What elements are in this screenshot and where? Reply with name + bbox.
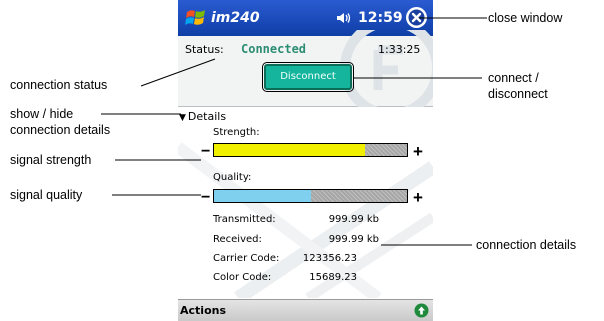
triangle-down-icon: ▼ xyxy=(179,113,186,123)
received-label: Received: xyxy=(213,234,262,245)
annotation-show-hide-1: show / hide xyxy=(10,107,74,121)
app-title: im240 xyxy=(211,10,260,26)
annotation-signal-quality: signal quality xyxy=(10,188,83,202)
signal-quality-bar xyxy=(213,189,408,203)
annotation-connect-1: connect / xyxy=(488,71,539,85)
up-arrow-icon[interactable] xyxy=(414,303,429,318)
strength-label: Strength: xyxy=(213,127,260,138)
quality-label: Quality: xyxy=(213,172,252,183)
close-button[interactable] xyxy=(406,7,427,28)
strength-minus: − xyxy=(201,143,211,160)
disconnect-button[interactable]: Disconnect xyxy=(262,62,354,92)
annotation-connection-details: connection details xyxy=(476,238,577,252)
color-code-label: Color Code: xyxy=(213,272,272,283)
annotation-close-window: close window xyxy=(488,11,563,25)
received-value: 999.99 kb xyxy=(328,234,379,245)
color-code-value: 15689.23 xyxy=(309,272,357,283)
connection-status: Connected xyxy=(241,42,307,56)
quality-plus: + xyxy=(413,188,423,207)
transmitted-value: 999.99 kb xyxy=(328,214,379,225)
close-icon xyxy=(408,9,425,26)
connection-panel: Status: Connected 1:33:25 Disconnect xyxy=(178,30,433,119)
annotation-connection-status: connection status xyxy=(10,78,108,92)
status-label: Status: xyxy=(185,43,224,56)
device-screen: im240 12:59 Status: Connected 1:33:25 Di… xyxy=(178,0,433,321)
signal-strength-bar xyxy=(213,143,408,157)
details-toggle-label: Details xyxy=(187,110,227,123)
carrier-code-value: 123356.23 xyxy=(302,253,357,264)
clock[interactable]: 12:59 xyxy=(358,10,403,26)
actions-menu[interactable]: Actions xyxy=(180,304,226,317)
strength-plus: + xyxy=(413,142,423,161)
connection-timer: 1:33:25 xyxy=(378,43,421,56)
menu-bar: Actions xyxy=(178,299,433,321)
annotation-show-hide-2: connection details xyxy=(10,123,111,137)
quality-minus: − xyxy=(201,189,211,206)
signal-quality-fill xyxy=(214,190,311,202)
details-panel: ▼ Details Strength: − + Quality: − + Tran… xyxy=(178,107,433,298)
transmitted-label: Transmitted: xyxy=(213,214,276,225)
signal-strength-fill xyxy=(214,144,365,156)
speaker-icon[interactable] xyxy=(336,11,352,25)
windows-flag-icon[interactable] xyxy=(184,6,208,30)
annotation-connect-2: disconnect xyxy=(488,87,548,101)
details-toggle[interactable]: ▼ Details xyxy=(179,110,226,123)
annotation-signal-strength: signal strength xyxy=(10,153,92,167)
